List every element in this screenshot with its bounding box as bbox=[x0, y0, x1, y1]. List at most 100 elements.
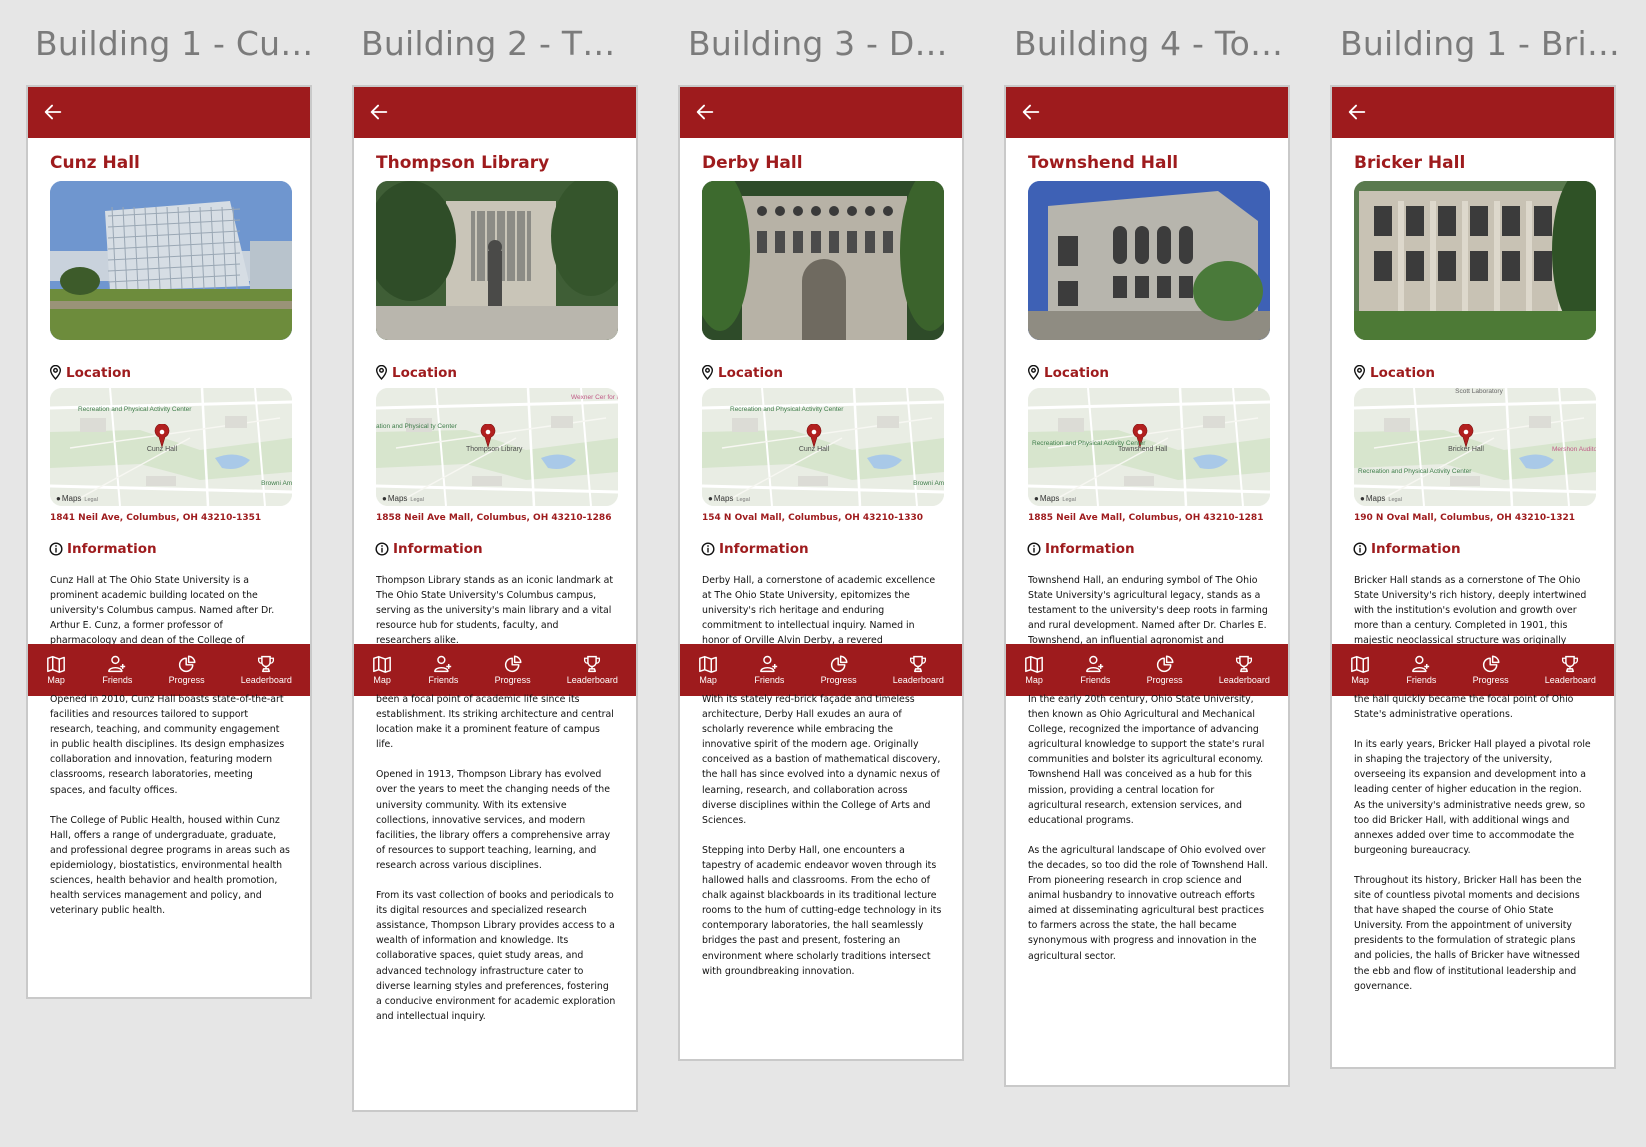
map-marker-icon[interactable] bbox=[1456, 424, 1476, 448]
nav-map-label: Map bbox=[1351, 675, 1369, 685]
building-name: Bricker Hall bbox=[1354, 153, 1466, 173]
maps-legal-link[interactable]: Legal bbox=[1062, 497, 1075, 503]
nav-map-label: Map bbox=[1025, 675, 1043, 685]
information-text-top: Derby Hall, a cornerstone of academic ex… bbox=[702, 575, 936, 645]
nav-leaderboard[interactable]: Leaderboard bbox=[1545, 655, 1596, 685]
nav-friends[interactable]: Friends bbox=[1406, 655, 1436, 685]
pie-chart-icon bbox=[830, 655, 848, 673]
nav-progress-label: Progress bbox=[820, 675, 857, 685]
nav-progress-label: Progress bbox=[1146, 675, 1183, 685]
map-icon bbox=[1025, 655, 1044, 673]
information-paragraph: been a focal point of academic life sinc… bbox=[376, 694, 614, 751]
building-address: 1858 Neil Ave Mall, Columbus, OH 43210-1… bbox=[376, 513, 612, 523]
nav-friends[interactable]: Friends bbox=[102, 655, 132, 685]
column-title-5: Building 1 - Brick... bbox=[1340, 24, 1620, 63]
nav-map[interactable]: Map bbox=[372, 655, 392, 685]
phone-frame-townshend-hall: Townshend Hall Location Townshend Hall ●… bbox=[1004, 85, 1290, 1087]
nav-leaderboard[interactable]: Leaderboard bbox=[893, 655, 944, 685]
nav-leaderboard[interactable]: Leaderboard bbox=[567, 655, 618, 685]
location-heading: Location bbox=[1027, 364, 1109, 381]
building-photo bbox=[1028, 181, 1270, 340]
back-arrow-icon[interactable] bbox=[42, 101, 64, 123]
nav-friends[interactable]: Friends bbox=[1080, 655, 1110, 685]
nav-progress[interactable]: Progress bbox=[821, 655, 857, 685]
nav-progress[interactable]: Progress bbox=[1473, 655, 1509, 685]
nav-map[interactable]: Map bbox=[1024, 655, 1044, 685]
nav-leaderboard[interactable]: Leaderboard bbox=[1219, 655, 1270, 685]
back-arrow-icon[interactable] bbox=[1020, 101, 1042, 123]
top-app-bar bbox=[1332, 87, 1614, 138]
column-title-3: Building 3 - Derb... bbox=[688, 24, 960, 63]
location-map[interactable]: Cunz Hall Recreation and Physical Activi… bbox=[702, 388, 944, 506]
nav-friends-label: Friends bbox=[102, 675, 133, 685]
nav-friends[interactable]: Friends bbox=[428, 655, 458, 685]
nav-map[interactable]: Map bbox=[1350, 655, 1370, 685]
bottom-nav-bar: Map Friends Progress Leaderboard bbox=[354, 644, 636, 696]
information-text-body: been a focal point of academic life sinc… bbox=[376, 692, 616, 1039]
location-map[interactable]: Townshend Hall Recreation and Physical A… bbox=[1028, 388, 1270, 506]
trophy-icon bbox=[910, 655, 927, 673]
map-marker-icon[interactable] bbox=[478, 424, 498, 448]
location-heading: Location bbox=[701, 364, 783, 381]
map-marker-icon[interactable] bbox=[804, 424, 824, 448]
column-title-2: Building 2 - Tho... bbox=[361, 24, 633, 63]
apple-logo-icon: ● bbox=[708, 494, 713, 503]
map-icon bbox=[699, 655, 718, 673]
nav-map[interactable]: Map bbox=[698, 655, 718, 685]
nav-map[interactable]: Map bbox=[46, 655, 66, 685]
back-arrow-icon[interactable] bbox=[368, 101, 390, 123]
information-heading: Information bbox=[1353, 541, 1461, 557]
nav-leaderboard-label: Leaderboard bbox=[892, 675, 944, 685]
trophy-icon bbox=[1236, 655, 1253, 673]
information-paragraph: As the agricultural landscape of Ohio ev… bbox=[1028, 844, 1268, 962]
nav-friends-label: Friends bbox=[754, 675, 785, 685]
information-paragraph: From its vast collection of books and pe… bbox=[376, 890, 616, 1022]
info-circle-icon bbox=[375, 542, 389, 556]
information-text-top: Cunz Hall at The Ohio State University i… bbox=[50, 575, 275, 645]
map-poi-label: Recreation and Physical Activity Center bbox=[1358, 468, 1471, 475]
maps-legal-link[interactable]: Legal bbox=[410, 497, 423, 503]
maps-legal-link[interactable]: Legal bbox=[84, 497, 97, 503]
bottom-nav-bar: Map Friends Progress Leaderboard bbox=[1006, 644, 1288, 696]
maps-legal-link[interactable]: Legal bbox=[736, 497, 749, 503]
apple-maps-badge: ●Maps Legal bbox=[382, 494, 424, 503]
trophy-icon bbox=[1562, 655, 1579, 673]
nav-leaderboard[interactable]: Leaderboard bbox=[241, 655, 292, 685]
nav-progress[interactable]: Progress bbox=[495, 655, 531, 685]
nav-progress[interactable]: Progress bbox=[169, 655, 205, 685]
nav-leaderboard-label: Leaderboard bbox=[240, 675, 292, 685]
nav-friends-label: Friends bbox=[1080, 675, 1111, 685]
information-text-body: Opened in 2010, Cunz Hall boasts state-o… bbox=[50, 692, 290, 933]
building-photo bbox=[50, 181, 292, 340]
nav-leaderboard-label: Leaderboard bbox=[1218, 675, 1270, 685]
information-label: Information bbox=[1045, 541, 1135, 557]
trophy-icon bbox=[258, 655, 275, 673]
back-arrow-icon[interactable] bbox=[694, 101, 716, 123]
apple-maps-badge: ●Maps Legal bbox=[1360, 494, 1402, 503]
location-map[interactable]: Thompson Library ation and Physical ty C… bbox=[376, 388, 618, 506]
information-label: Information bbox=[393, 541, 483, 557]
map-marker-icon[interactable] bbox=[152, 424, 172, 448]
information-paragraph: the hall quickly became the focal point … bbox=[1354, 694, 1574, 721]
maps-legal-link[interactable]: Legal bbox=[1388, 497, 1401, 503]
map-building-label: Thompson Library bbox=[466, 446, 523, 453]
top-app-bar bbox=[1006, 87, 1288, 138]
nav-progress-label: Progress bbox=[168, 675, 205, 685]
building-name: Cunz Hall bbox=[50, 153, 140, 173]
top-app-bar bbox=[354, 87, 636, 138]
nav-progress-label: Progress bbox=[494, 675, 531, 685]
back-arrow-icon[interactable] bbox=[1346, 101, 1368, 123]
bottom-nav-bar: Map Friends Progress Leaderboard bbox=[28, 644, 310, 696]
location-label: Location bbox=[392, 365, 457, 381]
maps-brand-label: Maps bbox=[387, 494, 408, 503]
phone-frame-cunz-hall: Cunz Hall Location Cunz Hall Browni Am ●… bbox=[26, 85, 312, 999]
add-friend-icon bbox=[760, 655, 778, 673]
pie-chart-icon bbox=[1156, 655, 1174, 673]
information-label: Information bbox=[1371, 541, 1461, 557]
location-map[interactable]: Bricker Hall Recreation and Physical Act… bbox=[1354, 388, 1596, 506]
nav-progress[interactable]: Progress bbox=[1147, 655, 1183, 685]
maps-brand-label: Maps bbox=[61, 494, 82, 503]
location-map[interactable]: Cunz Hall Recreation and Physical Activi… bbox=[50, 388, 292, 506]
information-paragraph: Opened in 1913, Thompson Library has evo… bbox=[376, 769, 611, 871]
nav-friends[interactable]: Friends bbox=[754, 655, 784, 685]
